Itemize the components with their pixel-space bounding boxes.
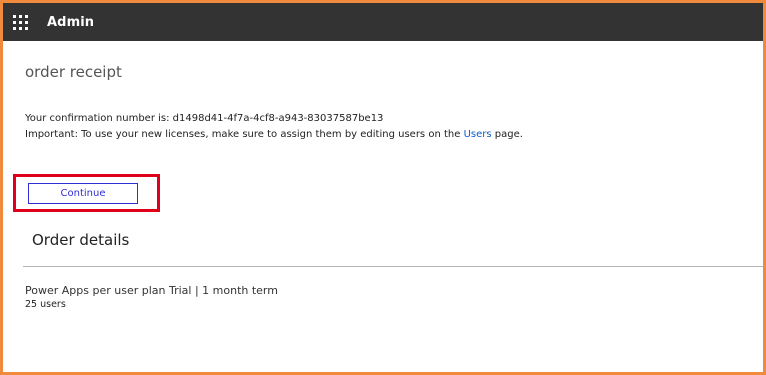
confirmation-number-text: Your confirmation number is: d1498d41-4f… [25, 113, 384, 124]
top-bar: Admin [3, 3, 763, 41]
order-details-title: Order details [32, 231, 130, 249]
continue-button[interactable]: Continue [28, 183, 138, 204]
order-item-quantity: 25 users [25, 299, 66, 310]
waffle-icon[interactable] [11, 13, 29, 31]
page-title: order receipt [25, 63, 122, 81]
app-title[interactable]: Admin [47, 15, 94, 30]
confirmation-info: Your confirmation number is: d1498d41-4f… [25, 111, 523, 143]
important-note: Important: To use your new licenses, mak… [25, 127, 523, 143]
app-window: Admin order receipt Your confirmation nu… [0, 0, 766, 375]
order-item: Power Apps per user plan Trial | 1 month… [25, 283, 278, 312]
order-item-name: Power Apps per user plan Trial | 1 month… [25, 284, 278, 297]
divider [23, 266, 763, 267]
users-link[interactable]: Users [464, 129, 492, 140]
important-note-prefix: Important: To use your new licenses, mak… [25, 129, 464, 140]
important-note-suffix: page. [491, 129, 523, 140]
